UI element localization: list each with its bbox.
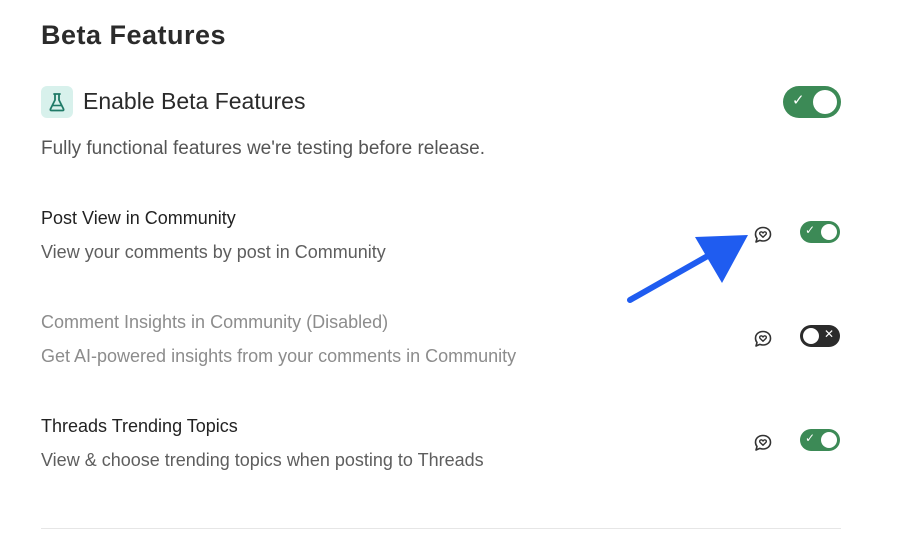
check-icon: ✓ <box>805 431 816 445</box>
enable-beta-label: Enable Beta Features <box>83 88 306 114</box>
toggle-knob <box>821 224 837 240</box>
feature-description: View your comments by post in Community <box>41 242 386 262</box>
check-icon: ✓ <box>792 91 805 109</box>
divider <box>41 528 841 529</box>
chat-heart-icon[interactable] <box>753 433 773 453</box>
feature-title: Post View in Community <box>41 208 236 228</box>
flask-icon <box>41 86 73 118</box>
feature-threads-trending: Threads Trending Topics View & choose tr… <box>41 416 841 486</box>
enable-beta-toggle[interactable]: ✓ <box>783 86 841 118</box>
chat-heart-icon[interactable] <box>753 329 773 349</box>
comment-insights-toggle[interactable]: ✕ <box>800 325 840 347</box>
toggle-knob <box>803 328 819 344</box>
feature-title: Comment Insights in Community (Disabled) <box>41 312 389 332</box>
feature-comment-insights: Comment Insights in Community (Disabled)… <box>41 312 841 382</box>
feature-description: Get AI-powered insights from your commen… <box>41 346 517 366</box>
x-icon: ✕ <box>824 327 835 341</box>
check-icon: ✓ <box>805 223 816 237</box>
feature-description: View & choose trending topics when posti… <box>41 450 484 470</box>
toggle-knob <box>813 90 837 114</box>
toggle-knob <box>821 432 837 448</box>
page-title: Beta Features <box>41 20 227 50</box>
enable-beta-description: Fully functional features we're testing … <box>41 138 486 159</box>
post-view-toggle[interactable]: ✓ <box>800 221 840 243</box>
annotation-arrow-icon <box>627 235 748 303</box>
enable-beta-row: Enable Beta Features <box>41 86 841 118</box>
threads-trending-toggle[interactable]: ✓ <box>800 429 840 451</box>
feature-title: Threads Trending Topics <box>41 416 238 436</box>
